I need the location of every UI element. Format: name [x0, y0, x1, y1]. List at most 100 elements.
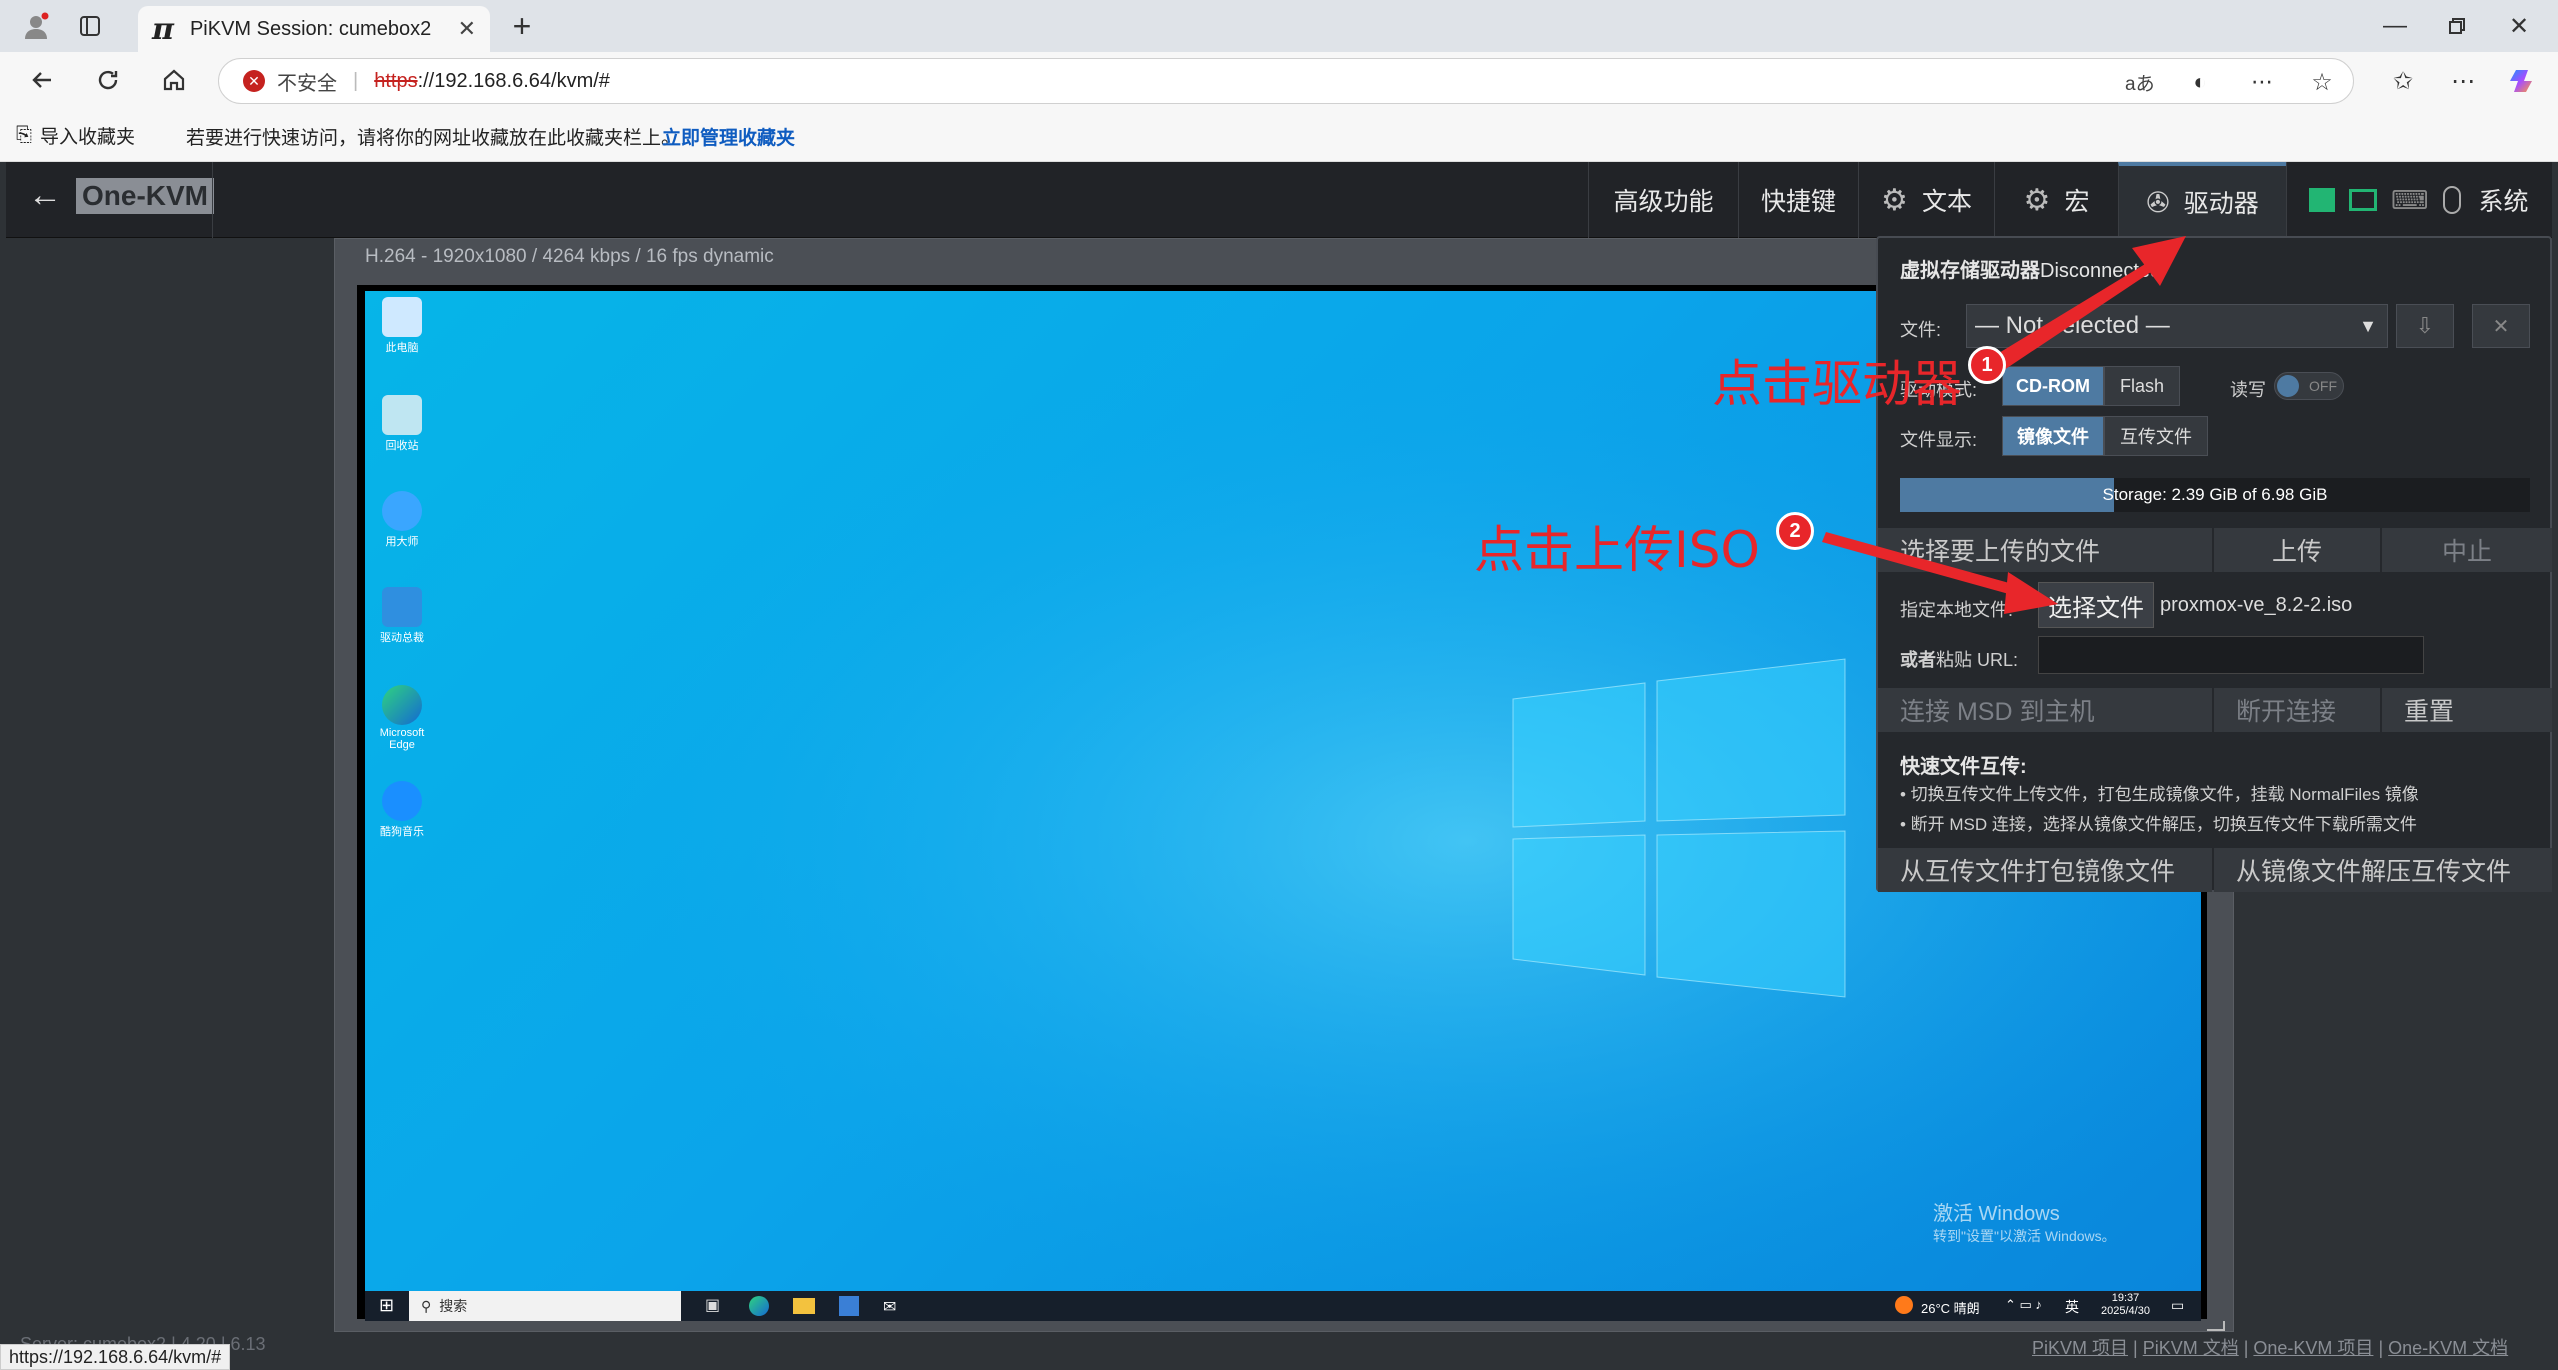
- nav-system[interactable]: ⌨ 系统: [2286, 162, 2552, 238]
- disconnect-label: 断开连接: [2236, 698, 2337, 726]
- taskbar-search[interactable]: ⚲ 搜索: [409, 1291, 681, 1321]
- nav-hotkeys[interactable]: 快捷键: [1738, 162, 1858, 238]
- manage-favorites-link[interactable]: 立即管理收藏夹: [662, 123, 795, 150]
- brand-link[interactable]: ← One-KVM: [28, 176, 214, 215]
- upload-select-button[interactable]: 选择要上传的文件: [1878, 528, 2212, 572]
- footer-links: PiKVM 项目 | PiKVM 文档 | One-KVM 项目 | One-K…: [2032, 1338, 2509, 1358]
- profile-icon[interactable]: [16, 6, 56, 46]
- desktop-icon-master[interactable]: 用大师: [379, 491, 425, 549]
- disconnect-button[interactable]: 断开连接: [2214, 688, 2380, 732]
- close-tab-icon[interactable]: ✕: [458, 16, 476, 42]
- desktop-icon-recycle[interactable]: 回收站: [379, 395, 425, 453]
- favorites-hint: 若要进行快速访问，请将你的网址收藏放在此收藏夹栏上。: [186, 128, 681, 149]
- file-label: 文件:: [1900, 320, 1942, 340]
- reset-button[interactable]: 重置: [2382, 688, 2552, 732]
- unpack-image-button[interactable]: 从镜像文件解压互传文件: [2214, 848, 2552, 892]
- pikvm-docs-link[interactable]: PiKVM 文档: [2143, 1338, 2239, 1358]
- desktop-icon-this-pc[interactable]: 此电脑: [379, 297, 425, 355]
- favorite-star-icon[interactable]: ☆: [2307, 67, 2337, 97]
- menu-more-icon[interactable]: ⋯: [2440, 58, 2486, 104]
- file-select[interactable]: — Not selected — ▼: [1966, 304, 2388, 348]
- taskbar-search-label: 搜索: [439, 1298, 468, 1314]
- connect-msd-button[interactable]: 连接 MSD 到主机: [1878, 688, 2212, 732]
- activate-title: 激活 Windows: [1933, 1203, 2060, 1225]
- restore-icon[interactable]: [2432, 4, 2482, 48]
- nav-macro-label: 宏: [2064, 188, 2090, 216]
- chevron-down-icon: ▼: [2359, 315, 2377, 336]
- annotation-click-drive: 点击驱动器: [1712, 355, 1962, 413]
- desktop-icon-label: 酷狗音乐: [380, 826, 424, 838]
- nav-drive[interactable]: ✇ 驱动器: [2118, 162, 2286, 238]
- display-share-label: 互传文件: [2120, 427, 2192, 447]
- weather-text[interactable]: 26°C 晴朗: [1921, 1298, 1980, 1317]
- desktop-icon-label: 驱动总裁: [380, 632, 424, 644]
- choose-file-button[interactable]: 选择文件: [2038, 582, 2154, 628]
- close-icon: ✕: [2492, 315, 2510, 338]
- ime-indicator[interactable]: 英: [2065, 1297, 2079, 1317]
- clock-date: 2025/4/30: [2101, 1305, 2150, 1317]
- pikvm-project-link[interactable]: PiKVM 项目: [2032, 1338, 2128, 1358]
- desktop-icon-kugou[interactable]: 酷狗音乐: [379, 781, 425, 839]
- mail-icon[interactable]: ✉: [883, 1297, 896, 1317]
- computer-icon: [382, 297, 422, 337]
- upload-button[interactable]: 上传: [2214, 528, 2380, 572]
- start-icon[interactable]: ⊞: [379, 1295, 394, 1316]
- display-image[interactable]: 镜像文件: [2002, 416, 2104, 456]
- download-button[interactable]: ⇩: [2396, 304, 2454, 348]
- weather-icon: [1895, 1296, 1913, 1314]
- edge-icon: [382, 685, 422, 725]
- upload-select-label: 选择要上传的文件: [1900, 538, 2101, 566]
- import-favorites-button[interactable]: ⎘ 导入收藏夹: [16, 122, 135, 149]
- keyboard-icon: ⌨: [2391, 184, 2429, 215]
- browser-tab[interactable]: π PiKVM Session: cumebox2 ✕: [138, 6, 490, 52]
- insecure-warning-icon[interactable]: ✕: [243, 70, 265, 92]
- nav-macro[interactable]: ⚙ 宏: [1994, 162, 2118, 238]
- copilot-icon[interactable]: [2500, 58, 2546, 104]
- display-share[interactable]: 互传文件: [2104, 416, 2208, 456]
- desktop-icon-label: 此电脑: [385, 342, 419, 354]
- home-icon[interactable]: [152, 58, 196, 102]
- address-bar[interactable]: ✕ 不安全 | https ://192.168.6.64/kvm/# aあ ◐…: [218, 58, 2354, 104]
- desktop-icon-edge[interactable]: Microsoft Edge: [379, 685, 425, 751]
- favorites-icon[interactable]: ✩: [2380, 58, 2426, 104]
- close-window-icon[interactable]: ✕: [2494, 4, 2544, 48]
- new-tab-icon[interactable]: +: [502, 6, 542, 46]
- abort-button[interactable]: 中止: [2382, 528, 2552, 572]
- back-icon[interactable]: [20, 58, 64, 102]
- mouse-icon: [2442, 186, 2461, 214]
- more-info-icon[interactable]: ⋯: [2247, 67, 2277, 97]
- rw-toggle[interactable]: OFF: [2274, 372, 2344, 400]
- explorer-icon[interactable]: [793, 1298, 815, 1314]
- recycle-bin-icon: [382, 395, 422, 435]
- nav-text[interactable]: ⚙ 文本: [1858, 162, 1994, 238]
- insecure-label[interactable]: 不安全: [277, 67, 337, 96]
- tray-icons[interactable]: ⌃ ▭ ♪: [2005, 1297, 2042, 1313]
- remove-button[interactable]: ✕: [2472, 304, 2530, 348]
- mode-flash[interactable]: Flash: [2104, 366, 2180, 406]
- pack-label: 从互传文件打包镜像文件: [1900, 858, 2176, 886]
- minimize-icon[interactable]: —: [2370, 4, 2420, 48]
- storage-label: Storage: 2.39 GiB of 6.98 GiB: [2102, 485, 2328, 504]
- reload-icon[interactable]: [86, 58, 130, 102]
- page: π PiKVM Session: cumebox2 ✕ + — ✕ ✕ 不安全 …: [0, 0, 2558, 1370]
- gear-icon: ⚙: [2023, 183, 2051, 217]
- pack-image-button[interactable]: 从互传文件打包镜像文件: [1878, 848, 2212, 892]
- read-aloud-icon[interactable]: aあ: [2125, 69, 2155, 96]
- onekvm-project-link[interactable]: One-KVM 项目: [2253, 1338, 2373, 1358]
- desktop-icon-driver[interactable]: 驱动总裁: [379, 587, 425, 645]
- onekvm-docs-link[interactable]: One-KVM 文档: [2388, 1338, 2508, 1358]
- tab-actions-icon[interactable]: [70, 6, 110, 46]
- mode-cdrom[interactable]: CD-ROM: [2002, 366, 2104, 406]
- taskbar-clock[interactable]: 19:37 2025/4/30: [2101, 1292, 2150, 1318]
- edge-taskbar-icon[interactable]: [749, 1296, 769, 1316]
- translate-icon[interactable]: ◐: [2185, 67, 2215, 97]
- resize-handle[interactable]: [2207, 1321, 2225, 1331]
- task-view-icon[interactable]: ▣: [705, 1295, 720, 1315]
- url-input[interactable]: [2038, 636, 2424, 674]
- quick-transfer-tip-1: • 切换互传文件上传文件，打包生成镜像文件，挂载 NormalFiles 镜像: [1900, 785, 2419, 804]
- nav-advanced[interactable]: 高级功能: [1588, 162, 1738, 238]
- store-icon[interactable]: [839, 1296, 859, 1316]
- notification-icon[interactable]: ▭: [2171, 1297, 2184, 1314]
- annotation-upload-iso: 点击上传ISO: [1474, 521, 1760, 579]
- download-icon: ⇩: [2415, 313, 2435, 338]
